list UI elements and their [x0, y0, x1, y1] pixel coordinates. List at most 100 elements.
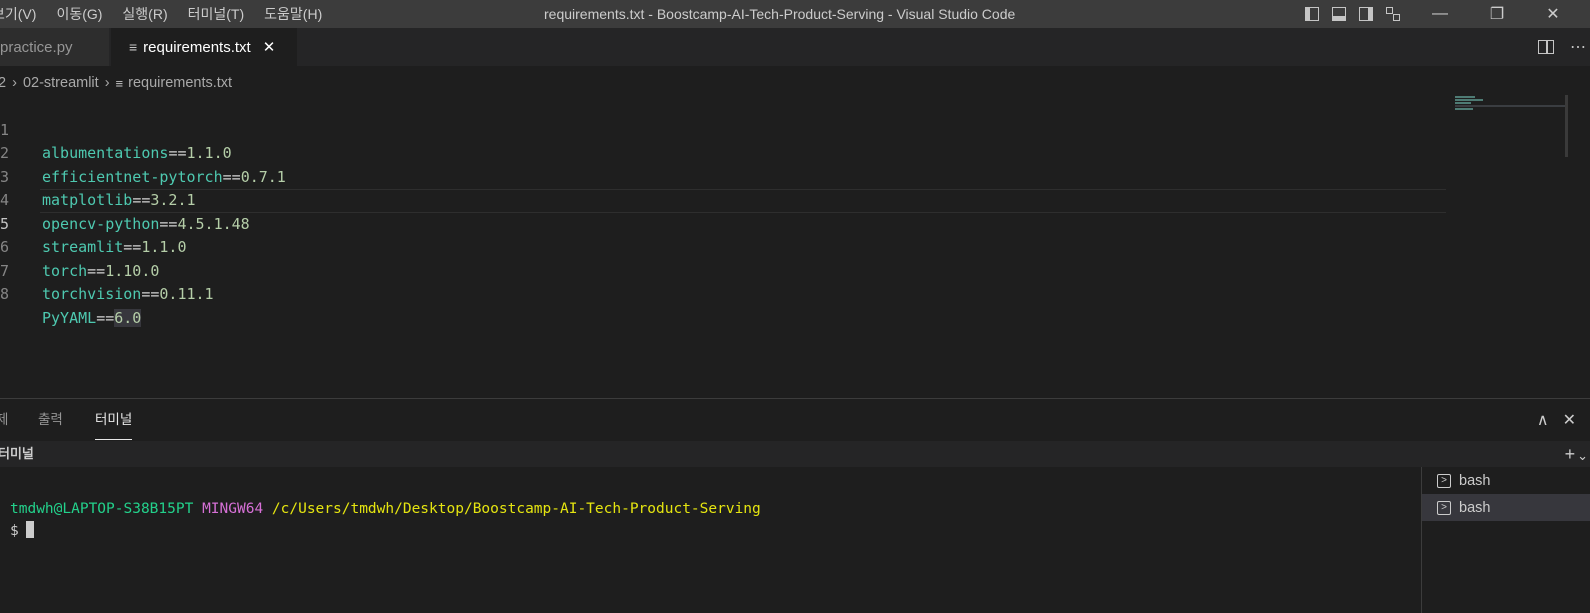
version: 1.1.0	[186, 144, 232, 162]
menu-go[interactable]: 이동(G)	[56, 4, 102, 24]
toggle-secondary-sidebar-icon[interactable]	[1359, 7, 1373, 21]
menu-help[interactable]: 도움말(H)	[264, 4, 322, 24]
terminal-prompt-line: tmdwh@LAPTOP-S38B15PT MINGW64 /c/Users/t…	[10, 501, 761, 517]
breadcrumb: t2 › 02-streamlit › ≡ requirements.txt	[0, 72, 232, 94]
more-actions-icon[interactable]: ⋯	[1570, 37, 1586, 57]
menu-view[interactable]: 보기(V)	[0, 4, 36, 24]
menu-terminal[interactable]: 터미널(T)	[188, 4, 245, 24]
code-line: 2 efficientnet-pytorch==0.7.1	[0, 119, 286, 186]
tab-problems[interactable]: 제	[0, 399, 8, 439]
terminal-icon: >	[1437, 473, 1451, 488]
operator: ==	[132, 191, 151, 209]
terminal-user-host: tmdwh@LAPTOP-S38B15PT	[10, 501, 194, 517]
code-line: 3 matplotlib==3.2.1	[0, 142, 196, 210]
version: 6.0	[114, 308, 142, 327]
close-tab-icon[interactable]: ✕	[263, 38, 276, 56]
terminal-tabs-list: > bash > bash	[1421, 467, 1590, 613]
terminal-instance-label: bash	[1459, 499, 1491, 516]
operator: ==	[96, 308, 115, 327]
title-bar: 보기(V) 이동(G) 실행(R) 터미널(T) 도움말(H) requirem…	[0, 0, 1590, 28]
minimap-line	[1455, 102, 1471, 104]
current-line-highlight	[40, 189, 1446, 213]
package-name: albumentations	[42, 144, 169, 162]
terminal-output[interactable]: tmdwh@LAPTOP-S38B15PT MINGW64 /c/Users/t…	[0, 467, 1421, 613]
customize-layout-icon[interactable]	[1386, 7, 1400, 21]
terminal-input-line[interactable]: $	[10, 521, 34, 539]
terminal-header-title: 터미널	[0, 446, 34, 461]
operator: ==	[159, 214, 178, 233]
bottom-panel: 제 출력 터미널 ∧ ✕ 터미널 + ⌄ tmdwh@LAPTOP-S38B15P…	[0, 398, 1590, 613]
code-line: 4 opencv-python==4.5.1.48	[0, 166, 250, 233]
terminal-prompt: $	[10, 523, 19, 539]
package-name: matplotlib	[42, 191, 133, 209]
text-file-icon: ≡	[115, 75, 124, 91]
new-terminal-icon[interactable]: +	[1565, 444, 1576, 464]
restore-button[interactable]: ❐	[1477, 0, 1517, 28]
panel-actions: ∧ ✕	[1537, 399, 1590, 441]
minimize-button[interactable]: —	[1420, 0, 1460, 28]
close-window-button[interactable]: ✕	[1533, 0, 1573, 28]
editor-tabs-bar: practice.py ≡ requirements.txt ✕	[0, 28, 1590, 66]
toggle-primary-sidebar-icon[interactable]	[1305, 7, 1319, 21]
close-panel-icon[interactable]: ✕	[1563, 410, 1576, 430]
minimap[interactable]	[1455, 95, 1565, 115]
version: 3.2.1	[150, 191, 196, 209]
terminal-instance-selected[interactable]: > bash	[1422, 494, 1590, 521]
package-name: torchvision	[42, 285, 142, 303]
text-file-icon: ≡	[129, 39, 138, 55]
terminal-icon: >	[1437, 500, 1451, 515]
tab-label: requirements.txt	[143, 38, 251, 56]
minimap-line	[1455, 96, 1475, 98]
tab-label: practice.py	[0, 38, 73, 56]
minimap-line	[1455, 99, 1483, 101]
code-line: 8 PyYAML==6.0	[0, 260, 142, 327]
layout-controls	[1305, 0, 1413, 28]
terminal-path: /c/Users/tmdwh/Desktop/Boostcamp-AI-Tech…	[271, 501, 761, 517]
split-editor-icon[interactable]	[1538, 40, 1554, 54]
code-editor[interactable]: 1 albumentations==1.1.0 2 efficientnet-p…	[0, 95, 1455, 395]
version: 4.5.1.48	[177, 214, 250, 233]
package-name: PyYAML	[42, 308, 97, 327]
terminal-instance[interactable]: > bash	[1422, 467, 1590, 494]
editor-actions: ⋯	[1538, 28, 1590, 66]
editor-scrollbar[interactable]	[1565, 95, 1568, 157]
tab-terminal[interactable]: 터미널	[95, 399, 133, 440]
tab-requirements-txt[interactable]: ≡ requirements.txt ✕	[111, 28, 297, 66]
chevron-right-icon: ›	[12, 75, 17, 91]
package-name: efficientnet-pytorch	[42, 167, 223, 186]
package-name: streamlit	[42, 238, 124, 256]
toggle-panel-icon[interactable]	[1332, 7, 1346, 21]
operator: ==	[87, 261, 106, 280]
terminal-instance-label: bash	[1459, 472, 1491, 489]
package-name: opencv-python	[42, 214, 160, 233]
chevron-right-icon: ›	[104, 75, 110, 91]
maximize-panel-icon[interactable]: ∧	[1537, 410, 1549, 430]
code-line: 6 torch==1.10.0	[0, 213, 159, 280]
tab-output[interactable]: 출력	[38, 399, 63, 439]
menu-run[interactable]: 실행(R)	[122, 4, 167, 24]
terminal-system: MINGW64	[202, 501, 264, 517]
terminal-cursor	[25, 521, 34, 538]
version: 0.7.1	[240, 167, 286, 186]
breadcrumb-item[interactable]: requirements.txt	[128, 75, 232, 91]
version: 0.11.1	[159, 285, 214, 303]
terminal-dropdown-icon[interactable]: ⌄	[1577, 448, 1588, 463]
terminal-header: 터미널 + ⌄	[0, 441, 1590, 467]
minimap-line	[1455, 108, 1473, 110]
operator: ==	[168, 144, 187, 162]
code-line: 1 albumentations==1.1.0	[0, 95, 232, 163]
code-line-current: 5 streamlit==1.1.0	[0, 189, 187, 257]
tab-practice-py[interactable]: practice.py	[0, 28, 110, 66]
window-title: requirements.txt - Boostcamp-AI-Tech-Pro…	[544, 6, 1016, 22]
line-number: 8	[0, 285, 10, 303]
breadcrumb-item[interactable]: t2	[0, 75, 6, 91]
package-name: torch	[42, 261, 88, 280]
minimap-line	[1455, 105, 1565, 107]
operator: ==	[141, 285, 160, 303]
menu-bar: 보기(V) 이동(G) 실행(R) 터미널(T) 도움말(H)	[0, 0, 342, 28]
version: 1.1.0	[141, 238, 187, 256]
terminal-header-actions: + ⌄	[1565, 441, 1588, 469]
version: 1.10.0	[105, 261, 160, 280]
operator: ==	[222, 167, 241, 186]
breadcrumb-item[interactable]: 02-streamlit	[23, 75, 99, 91]
